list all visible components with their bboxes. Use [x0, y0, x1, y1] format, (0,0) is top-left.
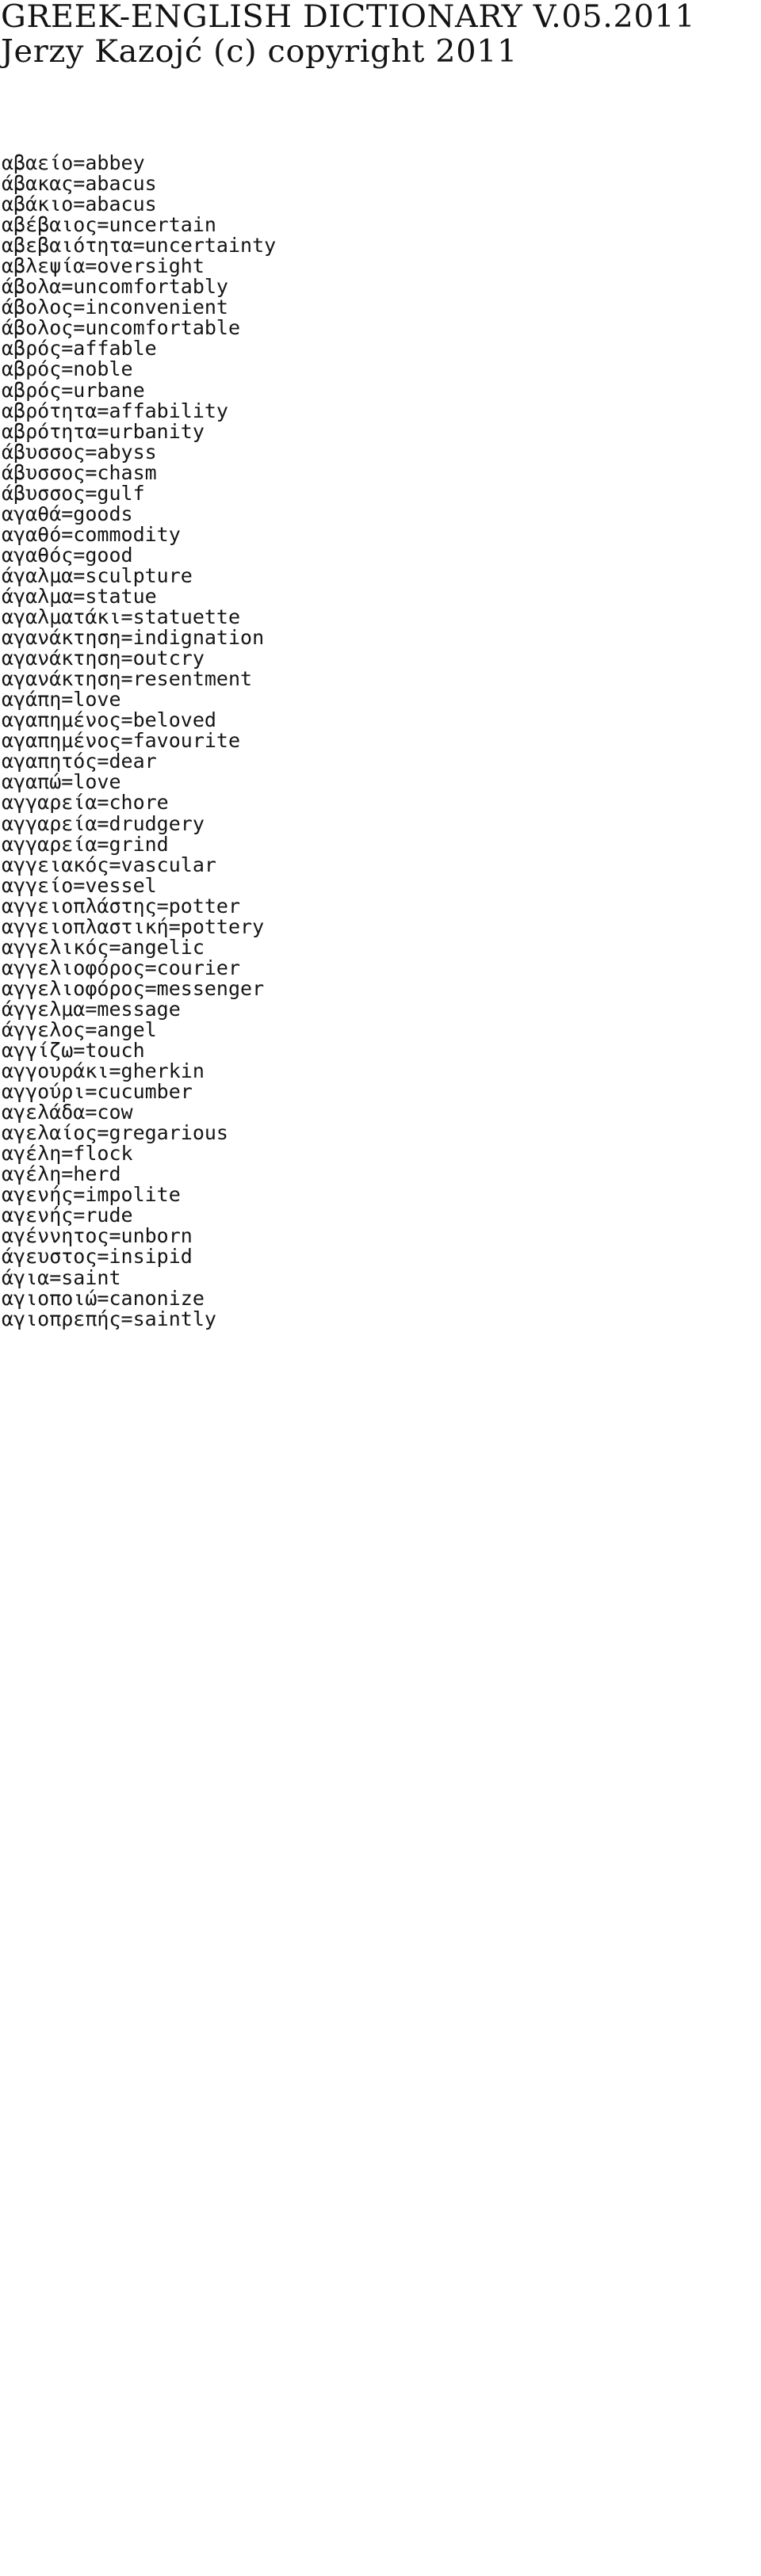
dictionary-entry: αβρότητα=urbanity [2, 419, 205, 443]
dictionary-entry: άβολα=uncomfortably [2, 275, 228, 299]
dictionary-entry: αγγελιοφόρος=courier [2, 956, 241, 979]
dictionary-entry: αγελαίος=gregarious [2, 1121, 228, 1145]
dictionary-entry: αβεβαιότητα=uncertainty [2, 234, 277, 258]
dictionary-entry: αγαπώ=love [2, 770, 121, 794]
dictionary-entry: αγγαρεία=drudgery [2, 811, 205, 835]
dictionary-entry: άγαλμα=statue [2, 584, 157, 608]
dictionary-entry: άβυσσος=gulf [2, 481, 145, 505]
dictionary-entry: αγάπη=love [2, 688, 121, 712]
dictionary-entry: αγγουράκι=gherkin [2, 1059, 205, 1083]
dictionary-entry: αγέλη=flock [2, 1142, 133, 1166]
dictionary-entry: αγενής=impolite [2, 1183, 181, 1207]
dictionary-entry: αγγαρεία=grind [2, 832, 169, 856]
dictionary-entry: αγγειακός=vascular [2, 853, 216, 876]
dictionary-entry: άβολος=uncomfortable [2, 316, 241, 340]
dictionary-entry: αβρός=urbane [2, 378, 145, 402]
dictionary-entry: αγαπημένος=beloved [2, 708, 216, 732]
dictionary-entry: αγανάκτηση=indignation [2, 626, 265, 650]
dictionary-entry: αγαθός=good [2, 543, 133, 567]
dictionary-entry: άγευστος=insipid [2, 1245, 193, 1269]
dictionary-entry: αβλεψία=oversight [2, 254, 205, 278]
dictionary-entry: αγαπημένος=favourite [2, 729, 241, 753]
dictionary-entry: αγενής=rude [2, 1204, 133, 1227]
dictionary-entry: άβυσσος=abyss [2, 440, 157, 464]
dictionary-entry: άβυσσος=chasm [2, 460, 157, 484]
dictionary-entry: αγέννητος=unborn [2, 1224, 193, 1248]
dictionary-entry: αγαθά=goods [2, 502, 133, 525]
dictionary-entry: αγγίζω=touch [2, 1039, 145, 1063]
dictionary-entry: αγαπητός=dear [2, 750, 157, 773]
dictionary-entry: αβέβαιος=uncertain [2, 213, 216, 237]
dictionary-entry: άγαλμα=sculpture [2, 563, 193, 587]
dictionary-entry: αβρότητα=affability [2, 399, 228, 422]
dictionary-byline: Jerzy Kazojć (c) copyright 2011 [1, 34, 518, 70]
dictionary-entry: αγιοποιώ=canonize [2, 1286, 205, 1310]
dictionary-entry: αγγαρεία=chore [2, 791, 169, 815]
dictionary-entry: αγελάδα=cow [2, 1101, 133, 1124]
dictionary-entry: αγγούρι=cucumber [2, 1080, 193, 1104]
dictionary-entry: αγανάκτηση=resentment [2, 667, 253, 691]
dictionary-entry: αγέλη=herd [2, 1162, 121, 1186]
dictionary-entry: άβακας=abacus [2, 172, 157, 196]
dictionary-entry: αγανάκτηση=outcry [2, 647, 205, 670]
dictionary-entry: αγγείο=vessel [2, 873, 157, 897]
dictionary-entry: αγγελικός=angelic [2, 935, 205, 959]
dictionary-entry-list: αβαείο=abbey άβακας=abacus αβάκιο=abacus αβ… [2, 151, 759, 1330]
dictionary-entry: αβαείο=abbey [2, 151, 145, 174]
dictionary-entry: αγγελιοφόρος=messenger [2, 976, 265, 1000]
dictionary-entry: αγαθό=commodity [2, 522, 181, 546]
dictionary-entry: αγγειοπλάστης=potter [2, 894, 241, 918]
document-page: GREEK-ENGLISH DICTIONARY V.05.2011 Jerzy… [0, 0, 761, 2576]
dictionary-entry: αβάκιο=abacus [2, 193, 157, 216]
dictionary-entry: αγαλματάκι=statuette [2, 605, 241, 629]
dictionary-entry: αβρός=noble [2, 357, 133, 381]
dictionary-entry: αβρός=affable [2, 337, 157, 361]
dictionary-entry: άγγελος=angel [2, 1017, 157, 1041]
dictionary-entry: άγγελμα=message [2, 997, 181, 1021]
dictionary-entry: αγγειοπλαστική=pottery [2, 914, 265, 938]
dictionary-entry: άβολος=inconvenient [2, 296, 228, 319]
dictionary-title: GREEK-ENGLISH DICTIONARY V.05.2011 [1, 0, 696, 35]
dictionary-entry: αγιοπρεπής=saintly [2, 1307, 216, 1330]
dictionary-entry: άγια=saint [2, 1265, 121, 1289]
document-header: GREEK-ENGLISH DICTIONARY V.05.2011 Jerzy… [1, 0, 760, 70]
